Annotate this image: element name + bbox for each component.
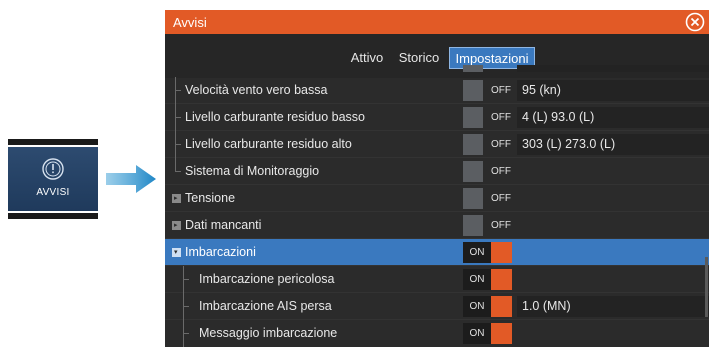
list-item[interactable]: ▸ Tensione OFF (165, 185, 709, 212)
switch-box[interactable] (463, 215, 483, 236)
dialog-titlebar: Avvisi (165, 10, 709, 34)
tile-bottom-edge (8, 213, 98, 219)
tree-branch (183, 279, 189, 280)
row-label: Velocità vento vero bassa (185, 83, 328, 97)
row-label: Tensione (185, 191, 236, 205)
list-item[interactable]: Velocità vento vero bassa OFF 95 (kn) (165, 77, 709, 104)
switch-box[interactable] (463, 134, 483, 155)
row-label: Imbarcazione AIS persa (199, 299, 332, 313)
switch-box (463, 65, 483, 72)
row-label: Dati mancanti (185, 218, 262, 232)
expand-icon[interactable]: ▸ (172, 221, 181, 230)
toggle-state[interactable]: OFF (487, 188, 515, 209)
list-item-partial (165, 65, 709, 74)
alerts-tile-label: AVVISI (36, 187, 70, 198)
value-field (517, 65, 709, 72)
alerts-dialog: Avvisi Attivo Storico Impostazioni Veloc… (165, 10, 709, 347)
list-item-selected[interactable]: ▾ Imbarcazioni ON (165, 239, 709, 266)
list-item[interactable]: ▸ Dati mancanti OFF (165, 212, 709, 239)
row-label: Livello carburante residuo alto (185, 137, 352, 151)
tree-branch (183, 306, 189, 307)
tree-branch (183, 333, 189, 334)
arrow-right-icon (106, 165, 156, 193)
collapse-icon[interactable]: ▾ (172, 248, 181, 257)
toggle-state[interactable]: ON (463, 296, 491, 317)
alerts-launcher[interactable]: AVVISI (8, 139, 98, 219)
switch-box[interactable] (463, 161, 483, 182)
switch-box[interactable] (463, 107, 483, 128)
tree-branch (175, 144, 181, 145)
tree-branch (175, 117, 181, 118)
toggle-state[interactable]: ON (463, 323, 491, 344)
screen: AVVISI Avvisi Attivo Storico Impostazion… (0, 0, 709, 347)
value-field[interactable]: 303 (L) 273.0 (L) (517, 134, 709, 155)
tree-connector (175, 158, 176, 172)
switch-box[interactable] (463, 188, 483, 209)
row-label: Sistema di Monitoraggio (185, 164, 320, 178)
settings-list: Velocità vento vero bassa OFF 95 (kn) Li… (165, 65, 709, 347)
row-label: Imbarcazione pericolosa (199, 272, 335, 286)
tile-top-edge (8, 139, 98, 145)
toggle-state[interactable]: OFF (487, 161, 515, 182)
row-label: Imbarcazioni (185, 245, 256, 259)
scrollbar[interactable] (705, 257, 708, 317)
switch-box[interactable] (491, 269, 512, 290)
list-item[interactable]: Livello carburante residuo basso OFF 4 (… (165, 104, 709, 131)
expand-icon[interactable]: ▸ (172, 194, 181, 203)
row-label: Messaggio imbarcazione (199, 326, 338, 340)
switch-box[interactable] (491, 296, 512, 317)
row-label: Livello carburante residuo basso (185, 110, 365, 124)
switch-box[interactable] (463, 80, 483, 101)
toggle-state[interactable]: OFF (487, 215, 515, 236)
close-icon[interactable] (685, 12, 705, 32)
list-item[interactable]: Messaggio imbarcazione ON (165, 320, 709, 347)
list-item[interactable]: Imbarcazione pericolosa ON (165, 266, 709, 293)
toggle-state[interactable]: OFF (487, 107, 515, 128)
toggle-state[interactable]: OFF (487, 80, 515, 101)
tree-branch (175, 171, 181, 172)
toggle-state[interactable]: ON (463, 269, 491, 290)
alerts-tile[interactable]: AVVISI (8, 147, 98, 211)
tree-branch (175, 90, 181, 91)
dialog-title: Avvisi (173, 15, 207, 30)
toggle-state[interactable]: ON (463, 242, 491, 263)
list-item[interactable]: Sistema di Monitoraggio OFF (165, 158, 709, 185)
value-field[interactable]: 95 (kn) (517, 80, 709, 101)
alert-circle-icon (42, 158, 64, 180)
switch-box[interactable] (491, 323, 512, 344)
toggle-state[interactable]: OFF (487, 134, 515, 155)
value-field[interactable]: 4 (L) 93.0 (L) (517, 107, 709, 128)
switch-box[interactable] (491, 242, 512, 263)
list-item[interactable]: Livello carburante residuo alto OFF 303 … (165, 131, 709, 158)
value-field[interactable]: 1.0 (MN) (517, 296, 709, 317)
list-item[interactable]: Imbarcazione AIS persa ON 1.0 (MN) (165, 293, 709, 320)
